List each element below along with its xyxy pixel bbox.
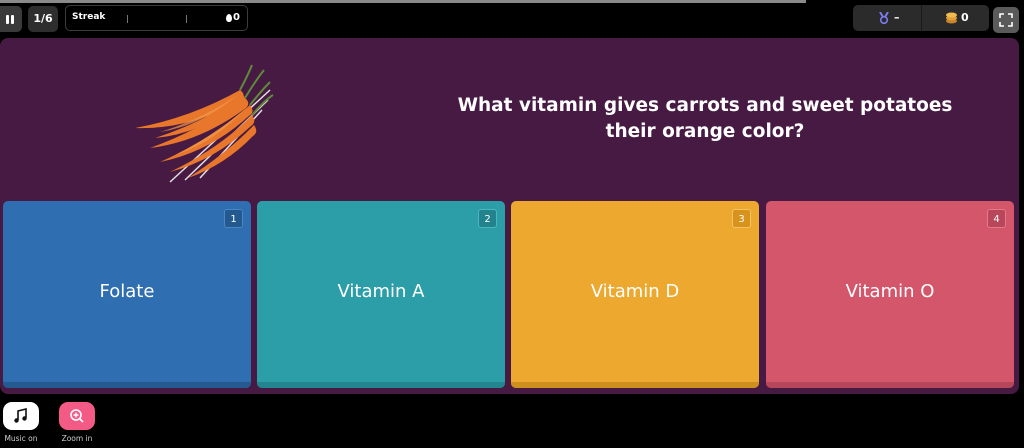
fullscreen-icon [999,13,1013,27]
coin-value: 0 [961,11,969,24]
option-label: Folate [99,281,155,302]
music-toggle-button[interactable] [3,402,39,430]
streak-label: Streak [72,12,106,22]
zoom-in-button[interactable] [59,402,95,430]
pause-button[interactable] [0,6,22,32]
pause-icon [6,15,9,24]
medal-value: – [894,11,900,24]
option-number-badge: 3 [732,209,751,228]
option-number-badge: 2 [478,209,497,228]
streak-count: 0 [226,12,240,23]
answer-options: 1 Folate 2 Vitamin A 3 Vitamin D 4 Vitam… [3,201,1016,392]
question-panel: What vitamin gives carrots and sweet pot… [0,38,1019,394]
music-label: Music on [4,434,38,443]
answer-option-2[interactable]: 2 Vitamin A [257,201,505,388]
zoom-label: Zoom in [61,434,93,443]
answer-option-3[interactable]: 3 Vitamin D [511,201,759,388]
option-number-badge: 1 [224,209,243,228]
option-label: Vitamin D [590,281,680,302]
top-progress-line [0,0,806,3]
medal-icon [879,12,889,24]
option-label: Vitamin A [337,281,425,302]
score-panel: – 0 [853,5,989,31]
streak-meter: Streak 0 [65,5,248,31]
option-label: Vitamin O [845,281,935,302]
fullscreen-button[interactable] [993,7,1019,33]
flame-icon [226,13,233,22]
top-bar: 1/6 Streak 0 – 0 [0,4,1024,34]
carrots-image [135,64,274,183]
option-number-badge: 4 [987,209,1006,228]
question-counter: 1/6 [28,6,58,32]
answer-option-4[interactable]: 4 Vitamin O [766,201,1014,388]
zoom-in-icon [70,409,84,423]
music-note-icon [14,407,27,423]
answer-option-1[interactable]: 1 Folate [3,201,251,388]
coin-stack-icon [946,12,957,24]
question-text: What vitamin gives carrots and sweet pot… [457,95,953,142]
